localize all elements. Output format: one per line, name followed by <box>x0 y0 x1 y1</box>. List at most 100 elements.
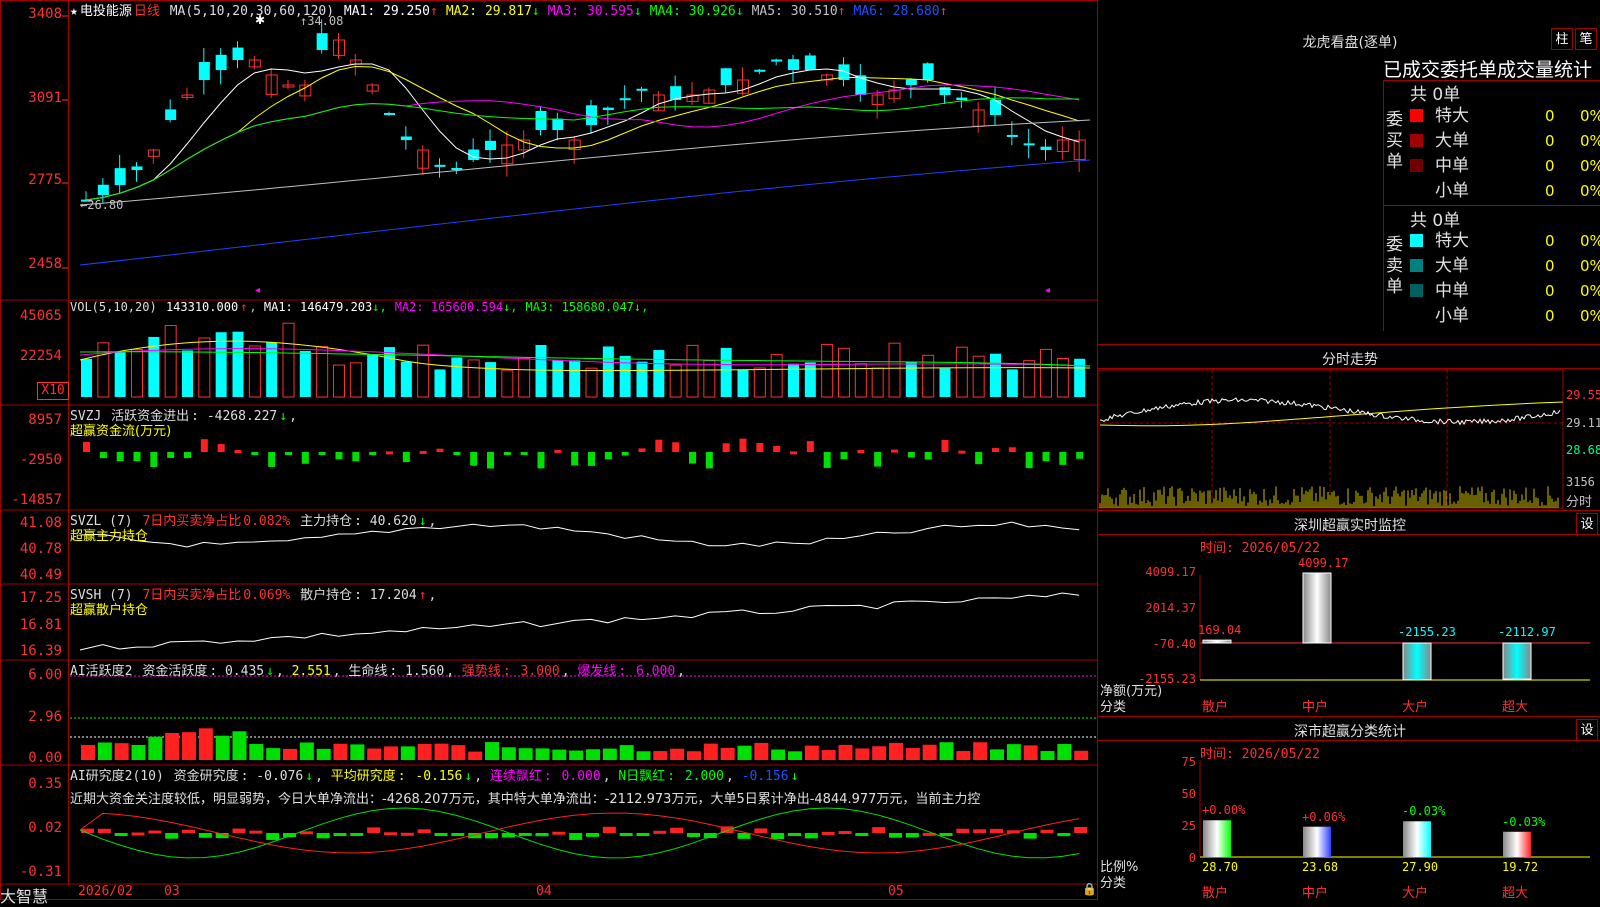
buy-total: 共 0单 <box>1410 85 1461 105</box>
ai-research-axis-0: 0.35 <box>28 776 62 792</box>
sell-row-value: 0 <box>1545 257 1555 275</box>
svzl-hold-label: 主力持仓 <box>300 514 353 529</box>
cls-axis-0: 75 <box>1181 755 1196 769</box>
intraday-title: 分时走势 <box>1322 352 1378 368</box>
research-value3: -0.156 <box>741 769 789 784</box>
buy-row: 特大 0 0% <box>1410 104 1600 128</box>
vol-axis-1: 22254 <box>19 348 62 364</box>
sz-axis-1: 2014.37 <box>1145 601 1196 615</box>
red-streak-value: 0.000 <box>561 769 601 784</box>
vol-value: 143310.000 <box>165 300 239 314</box>
cls-bar-label: 中户 <box>1302 886 1329 901</box>
sell-total: 共 0单 <box>1410 211 1461 231</box>
cls-title-border <box>1098 740 1600 741</box>
svzl-axis-2: 40.49 <box>19 567 62 583</box>
svzl-axis-0: 41.08 <box>19 515 62 531</box>
price-axis-2: 2775 <box>28 172 62 188</box>
color-swatch <box>1410 284 1423 297</box>
strong-label: 强势线 <box>461 664 501 679</box>
svsh-axis-0: 17.25 <box>19 590 62 606</box>
price-axis-0: 3408 <box>28 6 62 22</box>
ai-active-label: 资金活跃度 <box>142 664 208 679</box>
buy-row-label: 小单 <box>1435 181 1469 201</box>
svsh-hold-label: 散户持仓 <box>300 588 353 603</box>
buy-row-label: 中单 <box>1435 156 1469 176</box>
low-marker: ←26.80 <box>80 198 124 212</box>
research-comment: 近期大资金关注度较低，明显弱势，今日大单净流出：-4268.207万元，其中特大… <box>70 792 981 807</box>
ma-values: MA1: 29.250↑ MA2: 29.817↓ MA3: 30.595↓ MA4:… <box>344 4 956 19</box>
buy-row: 大单 0 0% <box>1410 129 1600 153</box>
price-header: ★ 电投能源 日线 MA(5,10,20,30,60,120) MA1: 29.25… <box>70 0 957 19</box>
sz-bar-value: -2112.97 <box>1498 625 1556 639</box>
cls-bar-value: 19.72 <box>1502 860 1539 874</box>
cls-bar-value: 27.90 <box>1402 860 1439 874</box>
sell-label: 委卖单 <box>1386 235 1403 297</box>
intraday-vol-max: 3156 <box>1566 475 1595 489</box>
buy-row-pct: 0% <box>1580 157 1600 175</box>
pen-view-button[interactable]: 笔 <box>1575 28 1597 50</box>
sell-row: 小单 0 0% <box>1410 304 1600 328</box>
sz-axis-2: -70.40 <box>1152 637 1196 651</box>
axis-divider <box>68 0 69 885</box>
vol-ma-item-2: MA2: 165600.594↓, <box>394 300 518 314</box>
sell-row-pct: 0% <box>1580 257 1600 275</box>
intraday-unit: 分时 <box>1566 495 1593 510</box>
svsh-axis-2: 16.39 <box>19 643 62 659</box>
sell-row-value: 0 <box>1545 282 1555 300</box>
ma-item-3: MA3: 30.595↓ <box>547 4 642 19</box>
period-label[interactable]: 日线 <box>134 4 160 19</box>
star-icon[interactable]: ★ <box>70 4 78 19</box>
intraday-axis-2: 28.68 <box>1566 443 1600 457</box>
stock-name: 电投能源 <box>79 4 132 19</box>
lhb-title: 龙虎看盘(逐单) <box>1302 35 1398 51</box>
ai-active-axis-2: 0.00 <box>28 750 62 766</box>
sz-bar-value: -2155.23 <box>1398 625 1456 639</box>
cls-bar-value: 28.70 <box>1202 860 1239 874</box>
sz-monitor-title: 深圳超赢实时监控 <box>1294 518 1406 534</box>
cls-settings-button[interactable]: 设 <box>1576 719 1598 741</box>
color-swatch <box>1410 309 1423 322</box>
burst-value: 6.000 <box>636 664 676 679</box>
sell-row-label: 大单 <box>1435 256 1469 276</box>
svzj-value: -4268.227 <box>206 409 278 424</box>
avg-research-label: 平均研究度 <box>330 769 396 784</box>
svzj-axis-1: -2950 <box>19 452 62 468</box>
ai-active-value2: 2.551 <box>291 664 331 679</box>
sz-bar-value: 4099.17 <box>1298 556 1349 570</box>
vol-axis-0: 45065 <box>19 308 62 324</box>
ai-research-name: AI研究度2(10) <box>70 769 164 784</box>
color-swatch <box>1410 159 1423 172</box>
column-view-button[interactable]: 柱 <box>1551 28 1573 50</box>
ai-research-axis-1: 0.02 <box>28 820 62 836</box>
cls-bar-delta: +0.00% <box>1202 803 1246 818</box>
color-swatch <box>1410 134 1423 147</box>
lock-icon[interactable]: 🔒 <box>1082 882 1097 896</box>
strong-value: 3.000 <box>520 664 560 679</box>
cls-title: 深市超赢分类统计 <box>1294 724 1406 740</box>
burst-label: 爆发线 <box>577 664 617 679</box>
svzl-axis-1: 40.78 <box>19 541 62 557</box>
cls-time: 时间: 2026/05/22 <box>1200 747 1320 762</box>
vol-ma-item-1: MA1: 146479.203↓, <box>263 300 387 314</box>
svsh-ratio: 0.069% <box>243 588 291 603</box>
research-value: -0.076 <box>256 769 304 784</box>
price-axis-3: 2458 <box>28 256 62 272</box>
cls-axis-3: 0 <box>1188 851 1196 865</box>
vol-unit: X10 <box>37 382 69 400</box>
sz-bar-label: 中户 <box>1302 700 1329 715</box>
date-label-3: 05 <box>888 884 904 899</box>
sz-bar-label: 散户 <box>1202 700 1229 715</box>
sz-settings-button[interactable]: 设 <box>1576 513 1598 535</box>
sell-row-label: 小单 <box>1435 306 1469 326</box>
sz-class-label: 分类 <box>1100 700 1127 715</box>
buy-row: 小单 0 0% <box>1410 179 1600 203</box>
vol-ma-values: MA1: 146479.203↓, MA2: 165600.594↓, MA3: 1… <box>264 300 656 314</box>
cls-axis-2: 25 <box>1181 819 1196 833</box>
vol-ma-item-3: MA3: 158680.047↓, <box>525 300 649 314</box>
svsh-ratio-label: 7日内买卖净占比 <box>142 588 242 603</box>
vol-header: VOL(5,10,20) 143310.000 ↑, MA1: 146479.20… <box>70 300 658 314</box>
buy-label: 委买单 <box>1386 110 1403 172</box>
sell-row-value: 0 <box>1545 232 1555 250</box>
cls-bar-value: 23.68 <box>1302 860 1339 874</box>
sell-row: 中单 0 0% <box>1410 279 1600 303</box>
